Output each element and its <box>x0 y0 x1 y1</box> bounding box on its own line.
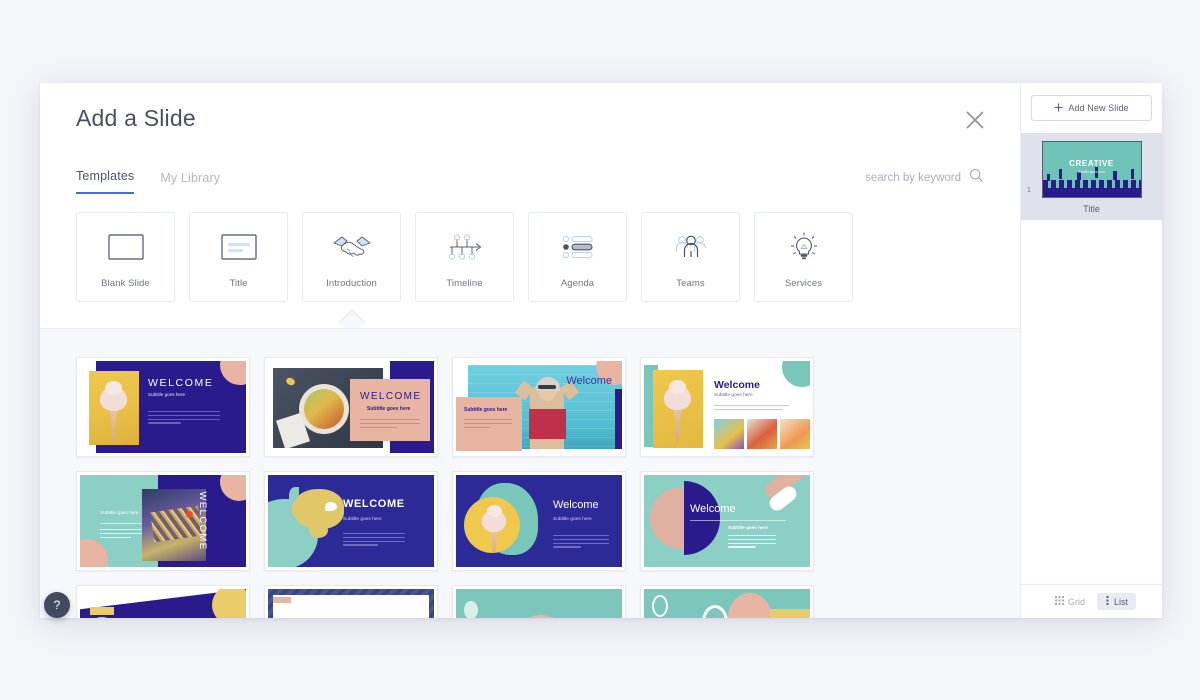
view-mode-toggle: Grid List <box>1021 584 1162 618</box>
category-blank-slide[interactable]: Blank Slide <box>76 212 175 302</box>
modal-left-pane: Add a Slide Templates My Library search … <box>40 83 1020 618</box>
title-icon <box>219 225 259 269</box>
template-subtitle: Subtitle goes here <box>553 517 592 522</box>
view-mode-grid[interactable]: Grid <box>1047 593 1093 610</box>
search-icon[interactable] <box>969 168 984 188</box>
category-label: Teams <box>676 278 705 289</box>
add-new-slide-button[interactable]: Add New Slide <box>1031 95 1152 121</box>
search-input[interactable] <box>831 172 961 184</box>
template-card[interactable]: WELCOME Subtitle goes here <box>264 357 438 457</box>
category-services[interactable]: Services <box>754 212 853 302</box>
template-subtitle: Subtitle goes here <box>728 525 768 530</box>
slide-number: 1 <box>1027 187 1031 194</box>
slide-thumb-heading: CREATIVE <box>1069 159 1114 168</box>
view-mode-list[interactable]: List <box>1097 593 1137 610</box>
grid-icon <box>1054 596 1064 607</box>
handshake-icon <box>330 225 374 269</box>
template-subtitle: Subtitle goes here <box>100 511 139 516</box>
search-box[interactable] <box>831 168 984 194</box>
template-card[interactable]: Welcome Subtitle goes here <box>452 471 626 571</box>
category-agenda[interactable]: Agenda <box>528 212 627 302</box>
agenda-list-icon <box>556 225 600 269</box>
category-label: Services <box>784 278 823 289</box>
template-card[interactable]: WELCOME Subtitle goes here <box>76 357 250 457</box>
slide-thumb-subtitle: Subtitle goes here <box>1077 170 1106 174</box>
template-heading: Welcome <box>714 379 760 391</box>
slide-caption: Title <box>1083 204 1100 214</box>
category-label: Blank Slide <box>101 278 150 289</box>
template-heading: Welcome <box>690 503 736 515</box>
add-new-slide-label: Add New Slide <box>1068 103 1129 113</box>
category-teams[interactable]: Teams <box>641 212 740 302</box>
template-heading: Welcome <box>566 375 612 387</box>
category-label: Agenda <box>560 278 595 289</box>
template-card[interactable]: INTRODUCTION <box>264 585 438 618</box>
category-timeline[interactable]: Timeline <box>415 212 514 302</box>
category-label: Timeline <box>446 278 483 289</box>
template-card[interactable]: WELCOME Subtitle goes here <box>264 471 438 571</box>
template-subtitle: Subtitle goes here <box>343 517 382 522</box>
category-introduction[interactable]: Introduction <box>302 212 401 302</box>
template-subtitle: Subtitle goes here <box>464 407 508 413</box>
category-strip: Blank Slide Title Introduction Timeline … <box>40 194 1020 328</box>
view-mode-list-label: List <box>1114 596 1129 607</box>
slide-thumbnail-list: 1 CREATIVE Subtitle goes here Title <box>1021 133 1162 584</box>
category-title[interactable]: Title <box>189 212 288 302</box>
list-icon <box>1105 596 1110 607</box>
template-card[interactable]: Subtitle goes here WELCOME <box>76 471 250 571</box>
help-icon: ? <box>53 598 61 612</box>
template-card[interactable]: Subtitle here <box>640 585 814 618</box>
plus-icon <box>1054 102 1063 114</box>
template-card[interactable]: Welcome Subtitle goes here <box>640 471 814 571</box>
template-subtitle: Subtitle goes here <box>714 393 753 398</box>
close-icon[interactable] <box>960 105 990 135</box>
template-subtitle: Subtitle goes here <box>367 406 411 412</box>
slide-sidebar: Add New Slide 1 CREATIVE Subtitle goes h… <box>1020 83 1162 618</box>
template-heading: WELCOME <box>148 377 214 389</box>
modal-header: Add a Slide <box>40 83 1020 132</box>
lightbulb-icon <box>782 225 826 269</box>
blank-slide-icon <box>106 225 146 269</box>
add-slide-wrap: Add New Slide <box>1021 83 1162 133</box>
category-label: Title <box>229 278 248 289</box>
template-card[interactable]: Welcome Subtitle goes here <box>640 357 814 457</box>
template-heading: Welcome <box>553 499 599 511</box>
help-button[interactable]: ? <box>44 592 70 618</box>
template-gallery: WELCOME Subtitle goes here WELCOME Subti… <box>40 328 1020 618</box>
template-grid: WELCOME Subtitle goes here WELCOME Subti… <box>76 357 984 618</box>
tab-my-library[interactable]: My Library <box>160 171 220 194</box>
template-card[interactable]: Welcome Subtitle goes here <box>452 357 626 457</box>
template-subtitle: Subtitle goes here <box>148 392 186 397</box>
template-heading: WELCOME <box>343 498 405 510</box>
tab-bar: Templates My Library <box>40 168 1020 194</box>
template-heading: WELCOME <box>197 491 209 551</box>
tab-templates[interactable]: Templates <box>76 169 135 194</box>
slide-list-item[interactable]: 1 CREATIVE Subtitle goes here Title <box>1021 133 1162 220</box>
page-title: Add a Slide <box>76 105 196 131</box>
template-card[interactable]: WELCOME <box>76 585 250 618</box>
add-slide-modal: Add a Slide Templates My Library search … <box>40 83 1162 618</box>
category-label: Introduction <box>326 278 377 289</box>
timeline-icon <box>443 225 487 269</box>
template-heading: WELCOME <box>360 391 422 402</box>
slide-thumbnail[interactable]: CREATIVE Subtitle goes here <box>1041 141 1142 198</box>
view-mode-grid-label: Grid <box>1067 596 1085 607</box>
teams-people-icon <box>668 225 714 269</box>
template-card[interactable] <box>452 585 626 618</box>
